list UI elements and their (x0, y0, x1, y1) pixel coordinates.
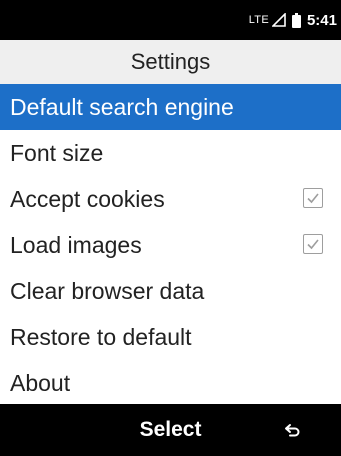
menu-item-accept-cookies[interactable]: Accept cookies (0, 176, 341, 222)
menu-item-font-size[interactable]: Font size (0, 130, 341, 176)
menu-item-label: Font size (10, 139, 104, 166)
menu-item-load-images[interactable]: Load images (0, 222, 341, 268)
clock: 5:41 (306, 11, 337, 29)
page-title: Settings (0, 40, 341, 84)
menu-item-label: Default search engine (10, 93, 234, 120)
load-images-checkbox[interactable] (303, 234, 323, 254)
settings-menu: Default search engine Font size Accept c… (0, 84, 341, 404)
menu-item-label: Accept cookies (10, 185, 165, 212)
signal-icon (271, 13, 286, 27)
network-type: LTE (248, 14, 269, 26)
menu-item-label: Restore to default (10, 323, 192, 350)
softkey-bar: Select (0, 404, 341, 456)
battery-icon (291, 12, 301, 28)
menu-item-default-search-engine[interactable]: Default search engine (0, 84, 341, 130)
menu-item-about[interactable]: About (0, 360, 341, 404)
menu-item-clear-browser-data[interactable]: Clear browser data (0, 268, 341, 314)
checkmark-icon (307, 193, 319, 204)
back-arrow-icon[interactable] (283, 420, 303, 440)
status-bar: LTE 5:41 (0, 0, 341, 40)
menu-item-label: About (10, 369, 71, 396)
checkmark-icon (307, 239, 319, 250)
accept-cookies-checkbox[interactable] (303, 188, 323, 208)
menu-item-restore-to-default[interactable]: Restore to default (0, 314, 341, 360)
menu-item-label: Load images (10, 231, 142, 258)
menu-item-label: Clear browser data (10, 277, 205, 304)
